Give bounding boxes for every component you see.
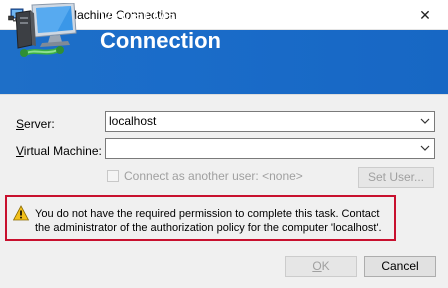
banner-title-line2: Connection — [100, 28, 221, 53]
banner-separator — [0, 94, 448, 95]
warning-icon — [13, 205, 29, 221]
server-value: localhost — [109, 114, 157, 128]
close-button[interactable]: ✕ — [402, 0, 448, 30]
chevron-down-icon[interactable] — [420, 142, 430, 154]
chevron-down-icon[interactable] — [420, 115, 430, 127]
computer-network-icon — [15, 3, 77, 57]
connect-as-other-user-label: Connect as another user: <none> — [124, 169, 303, 183]
banner-title-line1: Virtual Machine — [100, 8, 217, 27]
set-user-button[interactable]: Set User... — [358, 167, 434, 188]
ok-button[interactable]: OK — [285, 256, 357, 277]
cancel-button[interactable]: Cancel — [364, 256, 436, 277]
server-combobox[interactable]: localhost — [105, 111, 435, 132]
virtual-machine-label: Virtual Machine: — [16, 144, 102, 158]
server-label: Server: — [16, 117, 55, 131]
warning-message: You do not have the required permission … — [35, 208, 382, 234]
virtual-machine-combobox[interactable] — [105, 138, 435, 159]
connect-as-other-user-checkbox[interactable] — [107, 170, 119, 182]
